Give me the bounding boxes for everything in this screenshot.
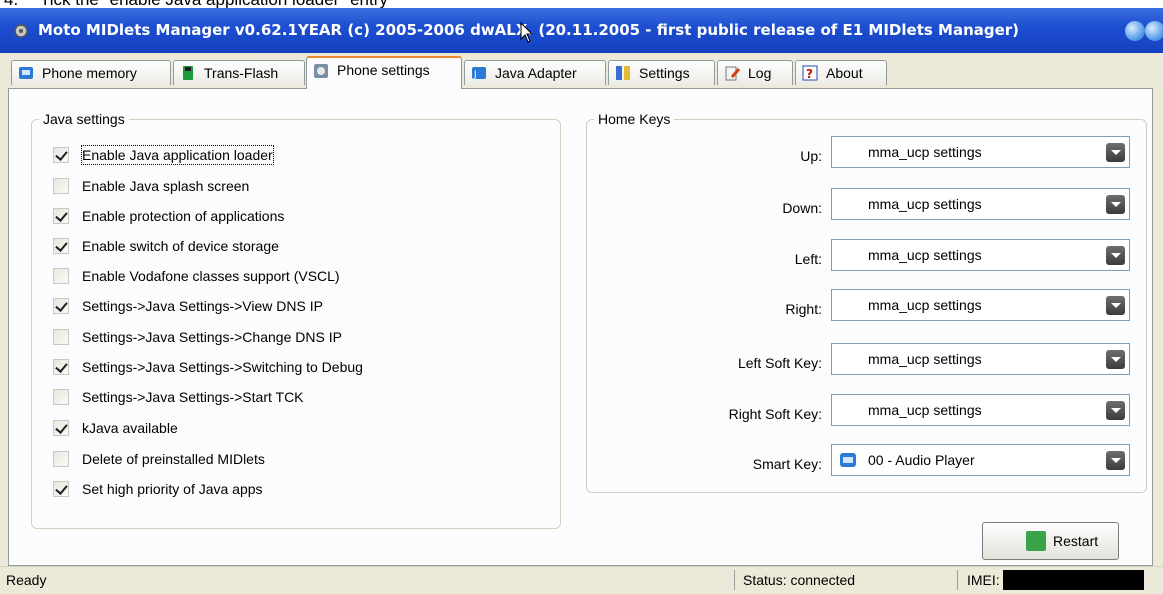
- chevron-down-icon[interactable]: [1106, 451, 1125, 470]
- checkbox-label[interactable]: Enable protection of applications: [82, 207, 284, 225]
- tab-label: Java Adapter: [495, 65, 577, 81]
- combo-value: mma_ucp settings: [868, 247, 982, 263]
- checkbox-change-dns[interactable]: [53, 329, 69, 345]
- chevron-down-icon[interactable]: [1106, 246, 1125, 265]
- tab-label: Phone settings: [337, 62, 430, 78]
- tab-label: Settings: [639, 65, 690, 81]
- combo-up[interactable]: mma_ucp settings: [831, 136, 1130, 168]
- key-label-smart: Smart Key:: [752, 456, 822, 472]
- restart-label: Restart: [1053, 533, 1099, 549]
- status-separator: [734, 570, 735, 590]
- checkbox-kjava[interactable]: [53, 420, 69, 436]
- checkbox-label[interactable]: kJava available: [82, 419, 178, 437]
- title-bar[interactable]: Moto MIDlets Manager v0.62.1YEAR (c) 200…: [0, 8, 1163, 53]
- minimize-orb-icon[interactable]: [1125, 21, 1145, 41]
- combo-right[interactable]: mma_ucp settings: [831, 289, 1130, 321]
- tab-label: Phone memory: [42, 65, 137, 81]
- combo-value: mma_ucp settings: [868, 144, 982, 160]
- tab-label: About: [826, 65, 863, 81]
- chevron-down-icon[interactable]: [1106, 195, 1125, 214]
- checkbox-start-tck[interactable]: [53, 389, 69, 405]
- java-adapter-icon: J: [472, 67, 486, 80]
- home-keys-legend: Home Keys: [594, 111, 675, 127]
- phone-settings-icon: [314, 64, 328, 78]
- chevron-down-icon[interactable]: [1106, 143, 1125, 162]
- checkbox-vodafone[interactable]: [53, 268, 69, 284]
- combo-value: mma_ucp settings: [868, 196, 982, 212]
- tab-phone-settings[interactable]: Phone settings: [306, 56, 462, 89]
- key-label-right: Right:: [785, 301, 822, 317]
- combo-value: mma_ucp settings: [868, 402, 982, 418]
- combo-smart[interactable]: 00 - Audio Player: [831, 444, 1130, 476]
- key-label-right-soft: Right Soft Key:: [728, 406, 822, 422]
- about-icon: ?: [802, 65, 818, 81]
- tab-java-adapter[interactable]: J Java Adapter: [464, 60, 606, 85]
- instruction-caption: 4.Tick the "enable Java application load…: [0, 0, 1163, 8]
- close-orb-icon[interactable]: [1145, 21, 1163, 41]
- status-connection: Status: connected: [743, 572, 856, 588]
- mouse-cursor-icon: [520, 22, 534, 43]
- checkbox-delete-preinstalled[interactable]: [53, 451, 69, 467]
- checkbox-label[interactable]: Settings->Java Settings->View DNS IP: [82, 297, 323, 315]
- status-ready: Ready: [6, 572, 47, 588]
- checkbox-java-loader[interactable]: [53, 147, 69, 163]
- chevron-down-icon[interactable]: [1106, 296, 1125, 315]
- checkbox-label[interactable]: Settings->Java Settings->Start TCK: [82, 388, 304, 406]
- log-icon: [725, 66, 740, 81]
- tab-trans-flash[interactable]: Trans-Flash: [173, 60, 305, 85]
- checkbox-device-storage[interactable]: [53, 238, 69, 254]
- checkbox-view-dns[interactable]: [53, 298, 69, 314]
- restart-icon: [1026, 531, 1046, 551]
- checkbox-splash-screen[interactable]: [53, 178, 69, 194]
- combo-left[interactable]: mma_ucp settings: [831, 239, 1130, 271]
- combo-value: mma_ucp settings: [868, 297, 982, 313]
- tab-phone-memory[interactable]: Phone memory: [11, 60, 171, 85]
- combo-down[interactable]: mma_ucp settings: [831, 188, 1130, 220]
- tab-label: Trans-Flash: [204, 65, 279, 81]
- step-text: Tick the "enable Java application loader…: [40, 0, 388, 8]
- key-label-down: Down:: [782, 200, 822, 216]
- checkbox-high-priority[interactable]: [53, 481, 69, 497]
- combo-value: 00 - Audio Player: [868, 452, 975, 468]
- tab-label: Log: [748, 65, 772, 81]
- tab-about[interactable]: ? About: [795, 60, 887, 85]
- status-separator: [957, 570, 958, 590]
- key-label-left-soft: Left Soft Key:: [737, 355, 822, 371]
- combo-right-soft[interactable]: mma_ucp settings: [831, 394, 1130, 426]
- imei-redacted-box: [1003, 570, 1144, 590]
- checkbox-label[interactable]: Enable Java splash screen: [82, 177, 249, 195]
- java-settings-legend: Java settings: [39, 111, 129, 127]
- combo-value: mma_ucp settings: [868, 351, 982, 367]
- restart-button[interactable]: Restart: [982, 522, 1119, 560]
- chevron-down-icon[interactable]: [1106, 350, 1125, 369]
- step-number: 4.: [0, 0, 40, 8]
- phone-app-icon: [840, 453, 856, 467]
- phone-memory-icon: [19, 67, 33, 79]
- checkbox-debug[interactable]: [53, 359, 69, 375]
- trans-flash-icon: [183, 66, 193, 80]
- key-label-up: Up:: [800, 148, 822, 164]
- combo-left-soft[interactable]: mma_ucp settings: [831, 343, 1130, 375]
- chevron-down-icon[interactable]: [1106, 401, 1125, 420]
- checkbox-label[interactable]: Enable switch of device storage: [82, 237, 279, 255]
- checkbox-label[interactable]: Set high priority of Java apps: [82, 480, 263, 498]
- key-label-left: Left:: [794, 251, 822, 267]
- checkbox-label[interactable]: Enable Java application loader: [81, 145, 274, 165]
- checkbox-label[interactable]: Settings->Java Settings->Switching to De…: [82, 358, 363, 376]
- checkbox-label[interactable]: Enable Vodafone classes support (VSCL): [82, 267, 340, 285]
- status-imei-label: IMEI:: [967, 572, 1000, 588]
- tab-settings[interactable]: Settings: [608, 60, 715, 85]
- checkbox-label[interactable]: Settings->Java Settings->Change DNS IP: [82, 328, 342, 346]
- checkbox-protection[interactable]: [53, 208, 69, 224]
- checkbox-label[interactable]: Delete of preinstalled MIDlets: [82, 450, 265, 468]
- svg-text:?: ?: [806, 67, 813, 81]
- svg-text:J: J: [473, 70, 477, 80]
- tab-log[interactable]: Log: [717, 60, 793, 85]
- app-gear-icon[interactable]: [12, 23, 30, 39]
- settings-icon: [616, 66, 630, 80]
